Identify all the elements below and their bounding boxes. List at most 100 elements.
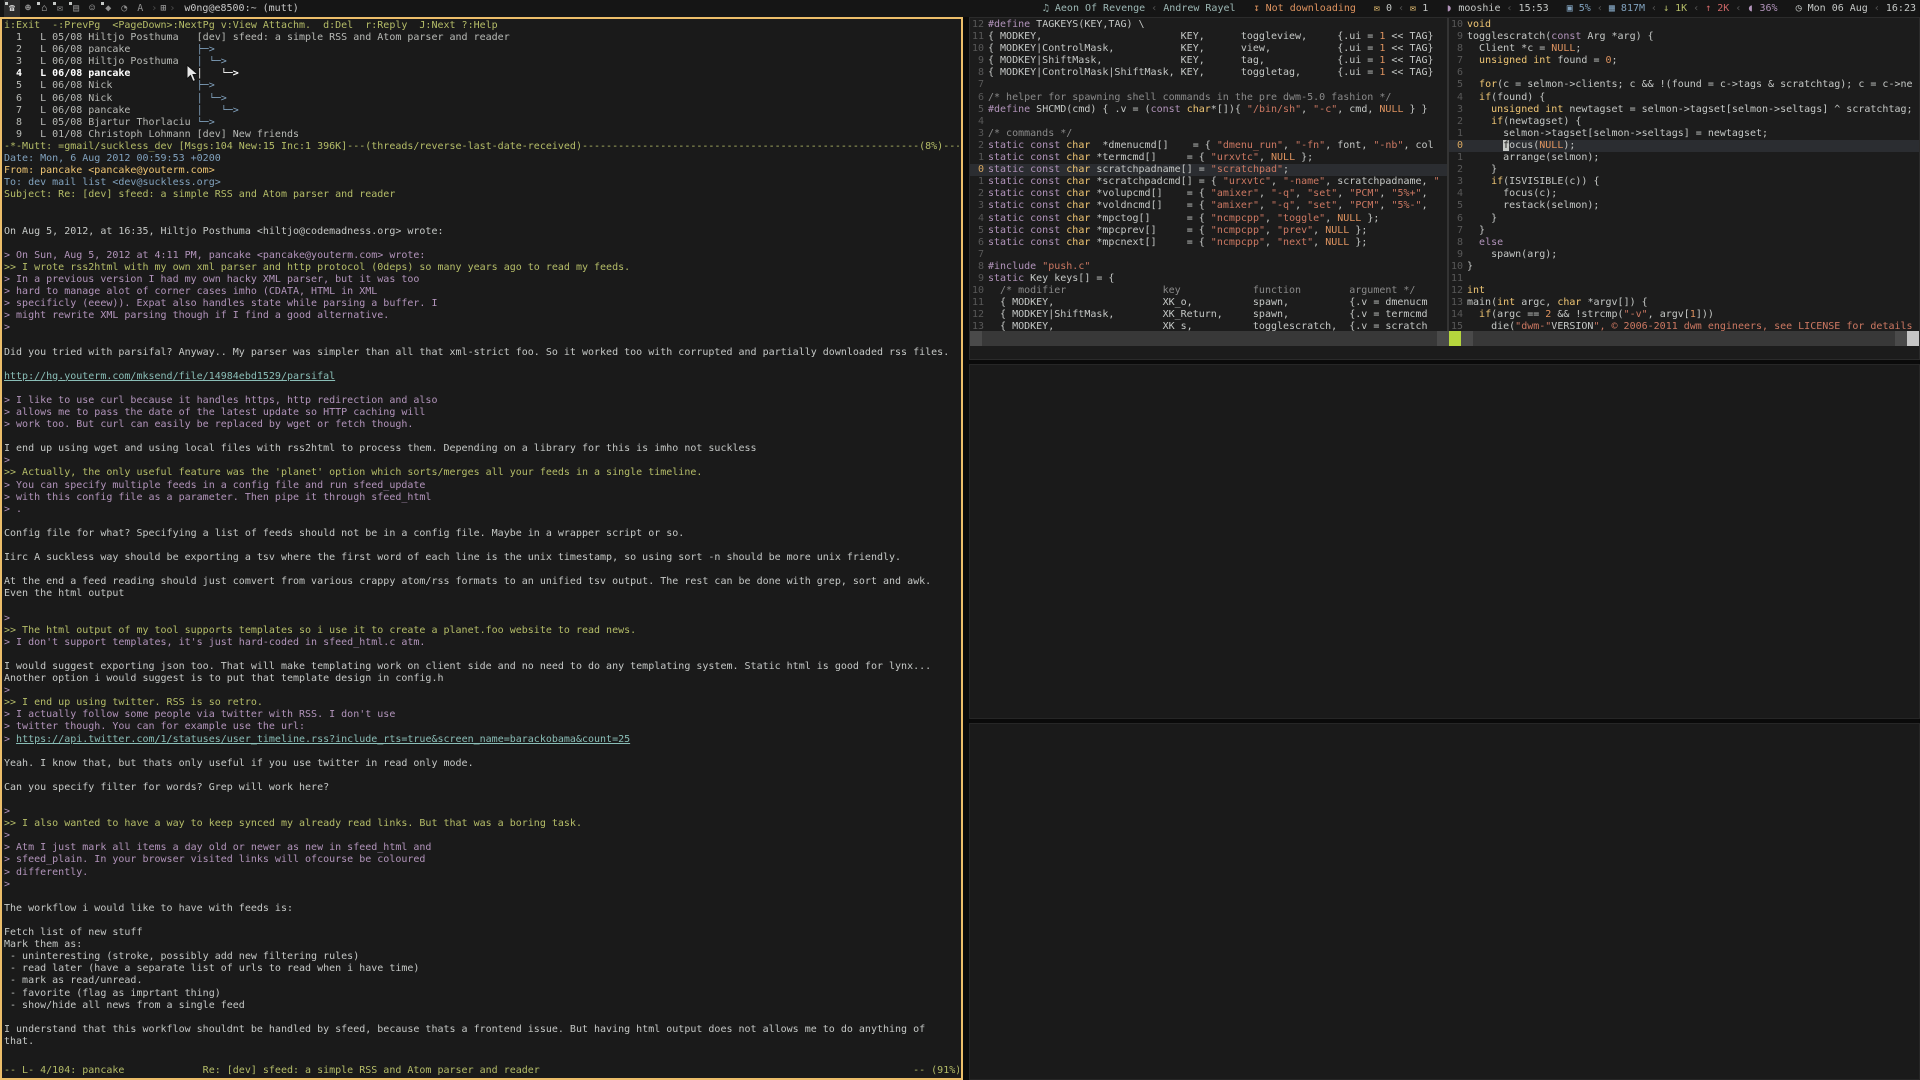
git-log-window[interactable] — [969, 364, 1920, 719]
vim-code-line: 2 if(newtagset) { — [1449, 116, 1919, 128]
vim-code-line: 11{ MODKEY, KEY, toggleview, {.ui = 1 <<… — [970, 31, 1447, 43]
mutt-body-line — [4, 601, 959, 613]
vim-code-line: 6 } — [1449, 213, 1919, 225]
mutt-body-line: I would suggest exporting json too. That… — [4, 661, 959, 673]
vim-code-line: 8 Client *c = NULL; — [1449, 43, 1919, 55]
tag-media[interactable]: ⌂ — [36, 0, 52, 17]
vim-code-line: 2static const char *dmenucmd[] = { "dmen… — [970, 140, 1447, 152]
mouse-cursor — [186, 64, 199, 83]
mutt-body-line: Yeah. I know that, but thats only useful… — [4, 758, 959, 770]
mutt-body-line: I end up using wget and using local file… — [4, 443, 959, 455]
mutt-body-line: > specificly (eeew)). Expat also handles… — [4, 298, 959, 310]
mutt-index-row[interactable]: 3 L 06/08 Hiltjo Posthuma │ └─> — [4, 56, 959, 68]
vim-code-line: 6/* helper for spawning shell commands i… — [970, 92, 1447, 104]
vim-command-line — [970, 346, 1919, 359]
vim-code-line: 6static const char *mpcnext[] = { "ncmpc… — [970, 237, 1447, 249]
mutt-index-row[interactable]: 1 L 05/08 Hiltjo Posthuma [dev] sfeed: a… — [4, 32, 959, 44]
mutt-body-line: I understand that this workflow shouldnt… — [4, 1024, 959, 1036]
vim-code-line: 3 unsigned int newtagset = selmon->tagse… — [1449, 104, 1919, 116]
mutt-index-row[interactable]: 9 L 01/08 Christoph Lohmann [dev] New fr… — [4, 129, 959, 141]
mutt-body-line — [4, 383, 959, 395]
mutt-index-row[interactable]: 6 L 06/08 Nick │ └─> — [4, 93, 959, 105]
vim-code-line: 8{ MODKEY|ControlMask|ShiftMask, KEY, to… — [970, 67, 1447, 79]
window-title: w0ng@e8500:~ (mutt) — [184, 3, 298, 14]
tag-disk[interactable]: ◆ — [100, 0, 116, 17]
mutt-index-row[interactable]: 7 L 06/08 pancake │ └─> — [4, 105, 959, 117]
mutt-body-line: On Aug 5, 2012, at 16:35, Hiltjo Posthum… — [4, 226, 959, 238]
mutt-body-line — [4, 915, 959, 927]
mutt-body-line: > In a previous version I had my own hac… — [4, 274, 959, 286]
mutt-body-line: > — [4, 322, 959, 334]
mutt-window[interactable]: i:Exit -:PrevPg <PageDown>:NextPg v:View… — [0, 17, 963, 1080]
mutt-body-line: > hard to manage alot of corner cases im… — [4, 286, 959, 298]
mutt-index-row[interactable]: 4 L 06/08 pancake │ └─> — [4, 68, 959, 80]
mutt-header-line: Date: Mon, 6 Aug 2012 00:59:53 +0200 — [4, 153, 959, 165]
mutt-body-line: > differently. — [4, 867, 959, 879]
vim-code-line: 9{ MODKEY|ShiftMask, KEY, tag, {.ui = 1 … — [970, 55, 1447, 67]
shell-window[interactable] — [969, 723, 1920, 1080]
mutt-body-line: - show/hide all news from a single feed — [4, 1000, 959, 1012]
vim-code-line: 9togglescratch(const Arg *arg) { — [1449, 31, 1919, 43]
mutt-body-line: > work too. But curl can easily be repla… — [4, 419, 959, 431]
mutt-body-line: > sfeed_plain. In your browser visited l… — [4, 854, 959, 866]
mutt-index-statusbar: -*-Mutt: =gmail/suckless_dev [Msgs:104 N… — [4, 141, 959, 153]
vim-code-line: 0 focus(NULL); — [1449, 140, 1919, 152]
mutt-body-line: Mark them as: — [4, 939, 959, 951]
mutt-index-row[interactable]: 2 L 06/08 pancake ├─> — [4, 44, 959, 56]
tag-font[interactable]: A — [132, 0, 148, 17]
vim-code-line: 7 unsigned int found = 0; — [1449, 55, 1919, 67]
vim-code-line: 1 selmon->tagset[selmon->seltags] = newt… — [1449, 128, 1919, 140]
vim-code-line: 9 spawn(arg); — [1449, 249, 1919, 261]
tag-pac[interactable]: ◔ — [116, 0, 132, 17]
mutt-body-line — [4, 201, 959, 213]
mutt-body-line: Config file for what? Specifying a list … — [4, 528, 959, 540]
mutt-body-line: > You can specify multiple feeds in a co… — [4, 480, 959, 492]
tag-mail[interactable]: ✉ — [52, 0, 68, 17]
vim-code-line: 10{ MODKEY|ControlMask, KEY, view, {.ui … — [970, 43, 1447, 55]
mutt-body-line — [4, 334, 959, 346]
mutt-body-line: - mark as read/unread. — [4, 975, 959, 987]
mutt-body-line: > — [4, 455, 959, 467]
tag-occupied-indicator — [69, 2, 72, 5]
mutt-index-row[interactable]: 8 L 05/08 Bjartur Thorlaciu └─> — [4, 117, 959, 129]
mutt-header-line: Subject: Re: [dev] sfeed: a simple RSS a… — [4, 189, 959, 201]
mutt-body-line: Can you specify filter for words? Grep w… — [4, 782, 959, 794]
mutt-body-line — [4, 516, 959, 528]
mutt-body-line: >> I end up using twitter. RSS is so ret… — [4, 697, 959, 709]
vim-code-line: 12 { MODKEY|ShiftMask, XK_Return, spawn,… — [970, 309, 1447, 321]
vim-code-line: 4 if(found) { — [1449, 92, 1919, 104]
mutt-body-line: > twitter though. You can for example us… — [4, 721, 959, 733]
mutt-body-line — [4, 794, 959, 806]
mutt-body-line: Even the html output — [4, 588, 959, 600]
mutt-body-line: > might rewrite XML parsing though if I … — [4, 310, 959, 322]
vim-code-line: 3static const char *voldncmd[] = { "amix… — [970, 200, 1447, 212]
mutt-pager-statusbar: -- L- 4/104: pancake Re: [dev] sfeed: a … — [4, 1065, 959, 1077]
vim-code-line: 5#define SHCMD(cmd) { .v = (const char*[… — [970, 104, 1447, 116]
mutt-body-line: > — [4, 685, 959, 697]
tag-monitor[interactable]: ▤ — [68, 0, 84, 17]
mutt-body-line: The workflow i would like to have with f… — [4, 903, 959, 915]
tag-people[interactable]: ☻ — [20, 0, 36, 17]
vim-split-dwm-c[interactable]: 10void9togglescratch(const Arg *arg) {8 … — [1449, 18, 1919, 331]
tag-chat[interactable]: ☎ — [4, 0, 20, 17]
vim-code-line: 10 /* modifier key function argument */ — [970, 285, 1447, 297]
mutt-header-line: From: pancake <pancake@youterm.com> — [4, 165, 959, 177]
vim-mode-indicator — [1449, 331, 1461, 346]
vim-code-line: 0static const char scratchpadname[] = "s… — [970, 164, 1447, 176]
mutt-body-line — [4, 564, 959, 576]
tag-misc[interactable]: ☺ — [84, 0, 100, 17]
vim-code-line: 7 — [970, 79, 1447, 91]
vim-code-line: 13 { MODKEY, XK_s, togglescratch, {.v = … — [970, 321, 1447, 331]
mutt-body-line: - uninteresting (stroke, possibly add ne… — [4, 951, 959, 963]
vim-code-line: 1 arrange(selmon); — [1449, 152, 1919, 164]
tag-occupied-indicator — [53, 2, 56, 5]
chevron-right-icon: › — [148, 3, 160, 14]
vim-split-config-h[interactable]: 12#define TAGKEYS(KEY,TAG) \11{ MODKEY, … — [970, 18, 1447, 331]
mutt-body-line — [4, 431, 959, 443]
vim-code-line: 5static const char *mpcprev[] = { "ncmpc… — [970, 225, 1447, 237]
vim-statusline-active — [1449, 331, 1919, 346]
mutt-index-row[interactable]: 5 L 06/08 Nick ├─> — [4, 80, 959, 92]
vim-window[interactable]: 12#define TAGKEYS(KEY,TAG) \11{ MODKEY, … — [969, 17, 1920, 360]
mutt-body-line: At the end a feed reading should just co… — [4, 576, 959, 588]
mutt-body-line: > I don't support templates, it's just h… — [4, 637, 959, 649]
